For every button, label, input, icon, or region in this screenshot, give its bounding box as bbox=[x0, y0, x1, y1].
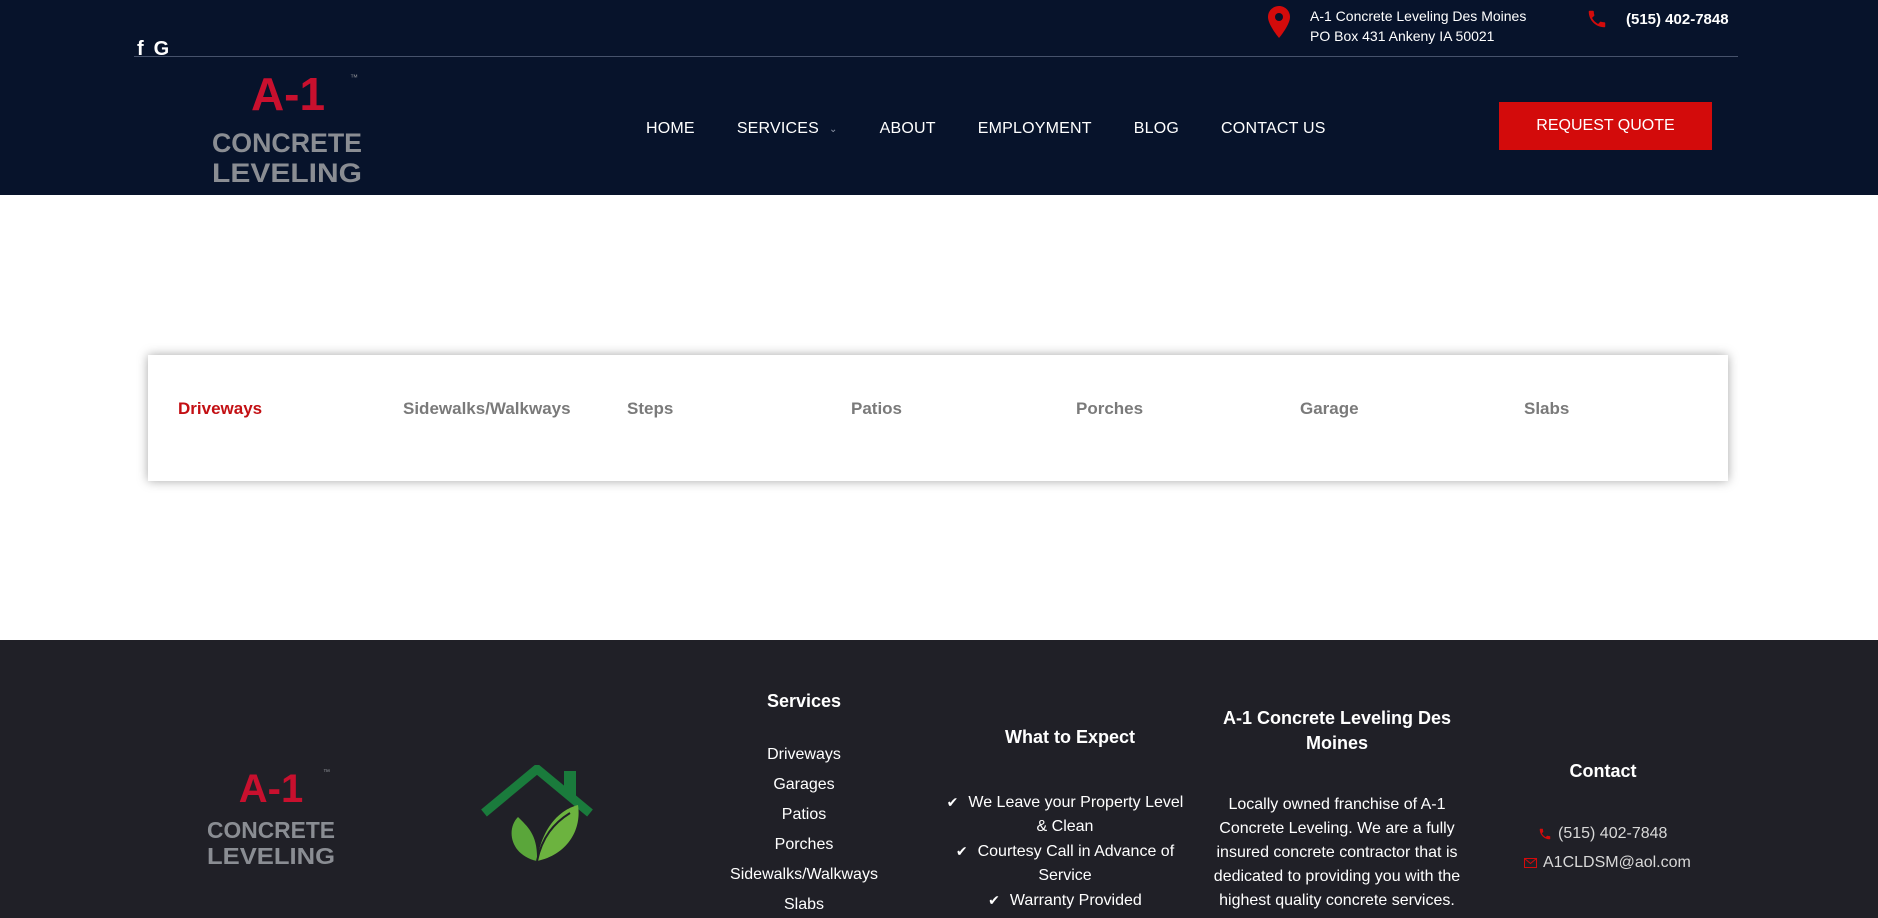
footer-link-garages[interactable]: Garages bbox=[700, 770, 908, 800]
map-pin-icon bbox=[1268, 6, 1290, 38]
tab-steps[interactable]: Steps bbox=[627, 399, 673, 419]
footer-link-patios[interactable]: Patios bbox=[700, 800, 908, 830]
phone-icon bbox=[1588, 10, 1606, 28]
phone-icon bbox=[1539, 828, 1551, 840]
svg-text:™: ™ bbox=[323, 769, 330, 776]
main-nav: HOME SERVICES ⌄ ABOUT EMPLOYMENT BLOG CON… bbox=[646, 120, 1368, 138]
topbar-divider bbox=[134, 56, 1738, 57]
footer-logo: A-1 ™ CONCRETE LEVELING bbox=[207, 768, 335, 868]
footer-link-sidewalks-walkways[interactable]: Sidewalks/Walkways bbox=[700, 860, 908, 890]
about-heading: A-1 Concrete Leveling Des Moines bbox=[1222, 708, 1452, 753]
envelope-icon bbox=[1524, 858, 1537, 868]
contact-heading: Contact bbox=[1569, 761, 1637, 781]
address-line-1: A-1 Concrete Leveling Des Moines bbox=[1310, 8, 1527, 24]
tab-driveways[interactable]: Driveways bbox=[178, 399, 262, 419]
about-text: Locally owned franchise of A-1 Concrete … bbox=[1213, 796, 1461, 909]
footer-email[interactable]: A1CLDSM@aol.com bbox=[1543, 854, 1691, 872]
svg-text:LEVELING: LEVELING bbox=[207, 843, 335, 868]
header-phone[interactable]: (515) 402-7848 bbox=[1626, 11, 1729, 28]
tab-slabs[interactable]: Slabs bbox=[1524, 399, 1569, 419]
nav-services[interactable]: SERVICES ⌄ bbox=[737, 120, 838, 138]
footer-email-link[interactable]: A1CLDSM@aol.com bbox=[1524, 854, 1691, 872]
logo-a1-text: A-1 bbox=[251, 72, 325, 120]
company-logo[interactable]: A-1 ™ CONCRETE LEVELING bbox=[210, 72, 364, 187]
footer-link-driveways[interactable]: Driveways bbox=[700, 740, 908, 770]
footer-link-porches[interactable]: Porches bbox=[700, 830, 908, 860]
nav-blog[interactable]: BLOG bbox=[1134, 120, 1179, 138]
footer-link-slabs[interactable]: Slabs bbox=[700, 890, 908, 918]
request-quote-button[interactable]: REQUEST QUOTE bbox=[1499, 102, 1712, 150]
tab-sidewalks-walkways[interactable]: Sidewalks/Walkways bbox=[403, 399, 571, 419]
footer-phone[interactable]: (515) 402-7848 bbox=[1558, 825, 1667, 843]
nav-home[interactable]: HOME bbox=[646, 120, 695, 138]
logo-concrete-text: CONCRETE bbox=[212, 128, 362, 158]
address-block: A-1 Concrete Leveling Des Moines PO Box … bbox=[1268, 6, 1526, 46]
expect-item: ✔ Courtesy Call in Advance of Service bbox=[955, 843, 1175, 884]
expect-item: ✔ Warranty Provided bbox=[988, 892, 1142, 909]
svg-text:CONCRETE: CONCRETE bbox=[207, 817, 335, 843]
tab-patios[interactable]: Patios bbox=[851, 399, 902, 419]
nav-about[interactable]: ABOUT bbox=[880, 120, 936, 138]
site-header: f G A-1 Concrete Leveling Des Moines PO … bbox=[0, 0, 1878, 195]
nav-contact-us[interactable]: CONTACT US bbox=[1221, 120, 1326, 138]
check-icon: ✔ bbox=[955, 843, 968, 859]
nav-employment[interactable]: EMPLOYMENT bbox=[978, 120, 1092, 138]
tab-porches[interactable]: Porches bbox=[1076, 399, 1143, 419]
services-heading: Services bbox=[766, 691, 842, 711]
chevron-down-icon: ⌄ bbox=[829, 123, 838, 135]
tab-garage[interactable]: Garage bbox=[1300, 399, 1359, 419]
house-leaf-icon bbox=[481, 765, 593, 862]
services-tabs-card: Driveways Sidewalks/Walkways Steps Patio… bbox=[148, 355, 1728, 481]
svg-text:A-1: A-1 bbox=[239, 768, 303, 811]
check-icon: ✔ bbox=[946, 794, 959, 810]
logo-leveling-text: LEVELING bbox=[212, 158, 362, 187]
logo-tm-text: ™ bbox=[350, 73, 358, 82]
phone-block[interactable]: (515) 402-7848 bbox=[1586, 8, 1729, 30]
footer-phone-link[interactable]: (515) 402-7848 bbox=[1538, 825, 1667, 843]
address-line-2: PO Box 431 Ankeny IA 50021 bbox=[1310, 28, 1495, 44]
what-to-expect-heading: What to Expect bbox=[1004, 727, 1135, 747]
what-to-expect-list: ✔ We Leave your Property Level & Clean ✔ C… bbox=[940, 790, 1190, 913]
site-footer: A-1 ™ CONCRETE LEVELING Services Drivewa… bbox=[0, 640, 1878, 918]
expect-item: ✔ We Leave your Property Level & Clean bbox=[946, 794, 1184, 835]
footer-services-list: Driveways Garages Patios Porches Sidewal… bbox=[700, 740, 908, 918]
check-icon: ✔ bbox=[988, 892, 1000, 908]
